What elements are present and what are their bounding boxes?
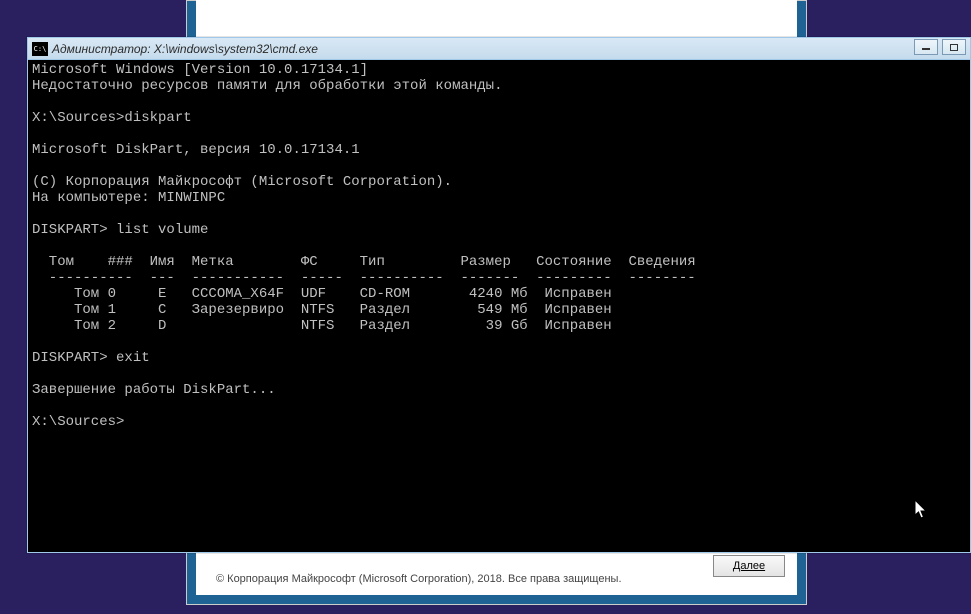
titlebar[interactable]: Администратор: X:\windows\system32\cmd.e… bbox=[28, 38, 970, 60]
maximize-button[interactable] bbox=[942, 39, 966, 55]
cmd-window: Администратор: X:\windows\system32\cmd.e… bbox=[27, 37, 971, 553]
minimize-button[interactable] bbox=[914, 39, 938, 55]
window-title: Администратор: X:\windows\system32\cmd.e… bbox=[52, 42, 318, 56]
window-controls bbox=[914, 39, 966, 55]
terminal-output[interactable]: Microsoft Windows [Version 10.0.17134.1]… bbox=[28, 60, 970, 552]
next-button[interactable]: Далее bbox=[713, 555, 785, 577]
cmd-icon bbox=[32, 42, 48, 56]
copyright-text: © Корпорация Майкрософт (Microsoft Corpo… bbox=[216, 573, 622, 585]
setup-footer: © Корпорация Майкрософт (Microsoft Corpo… bbox=[196, 563, 797, 595]
